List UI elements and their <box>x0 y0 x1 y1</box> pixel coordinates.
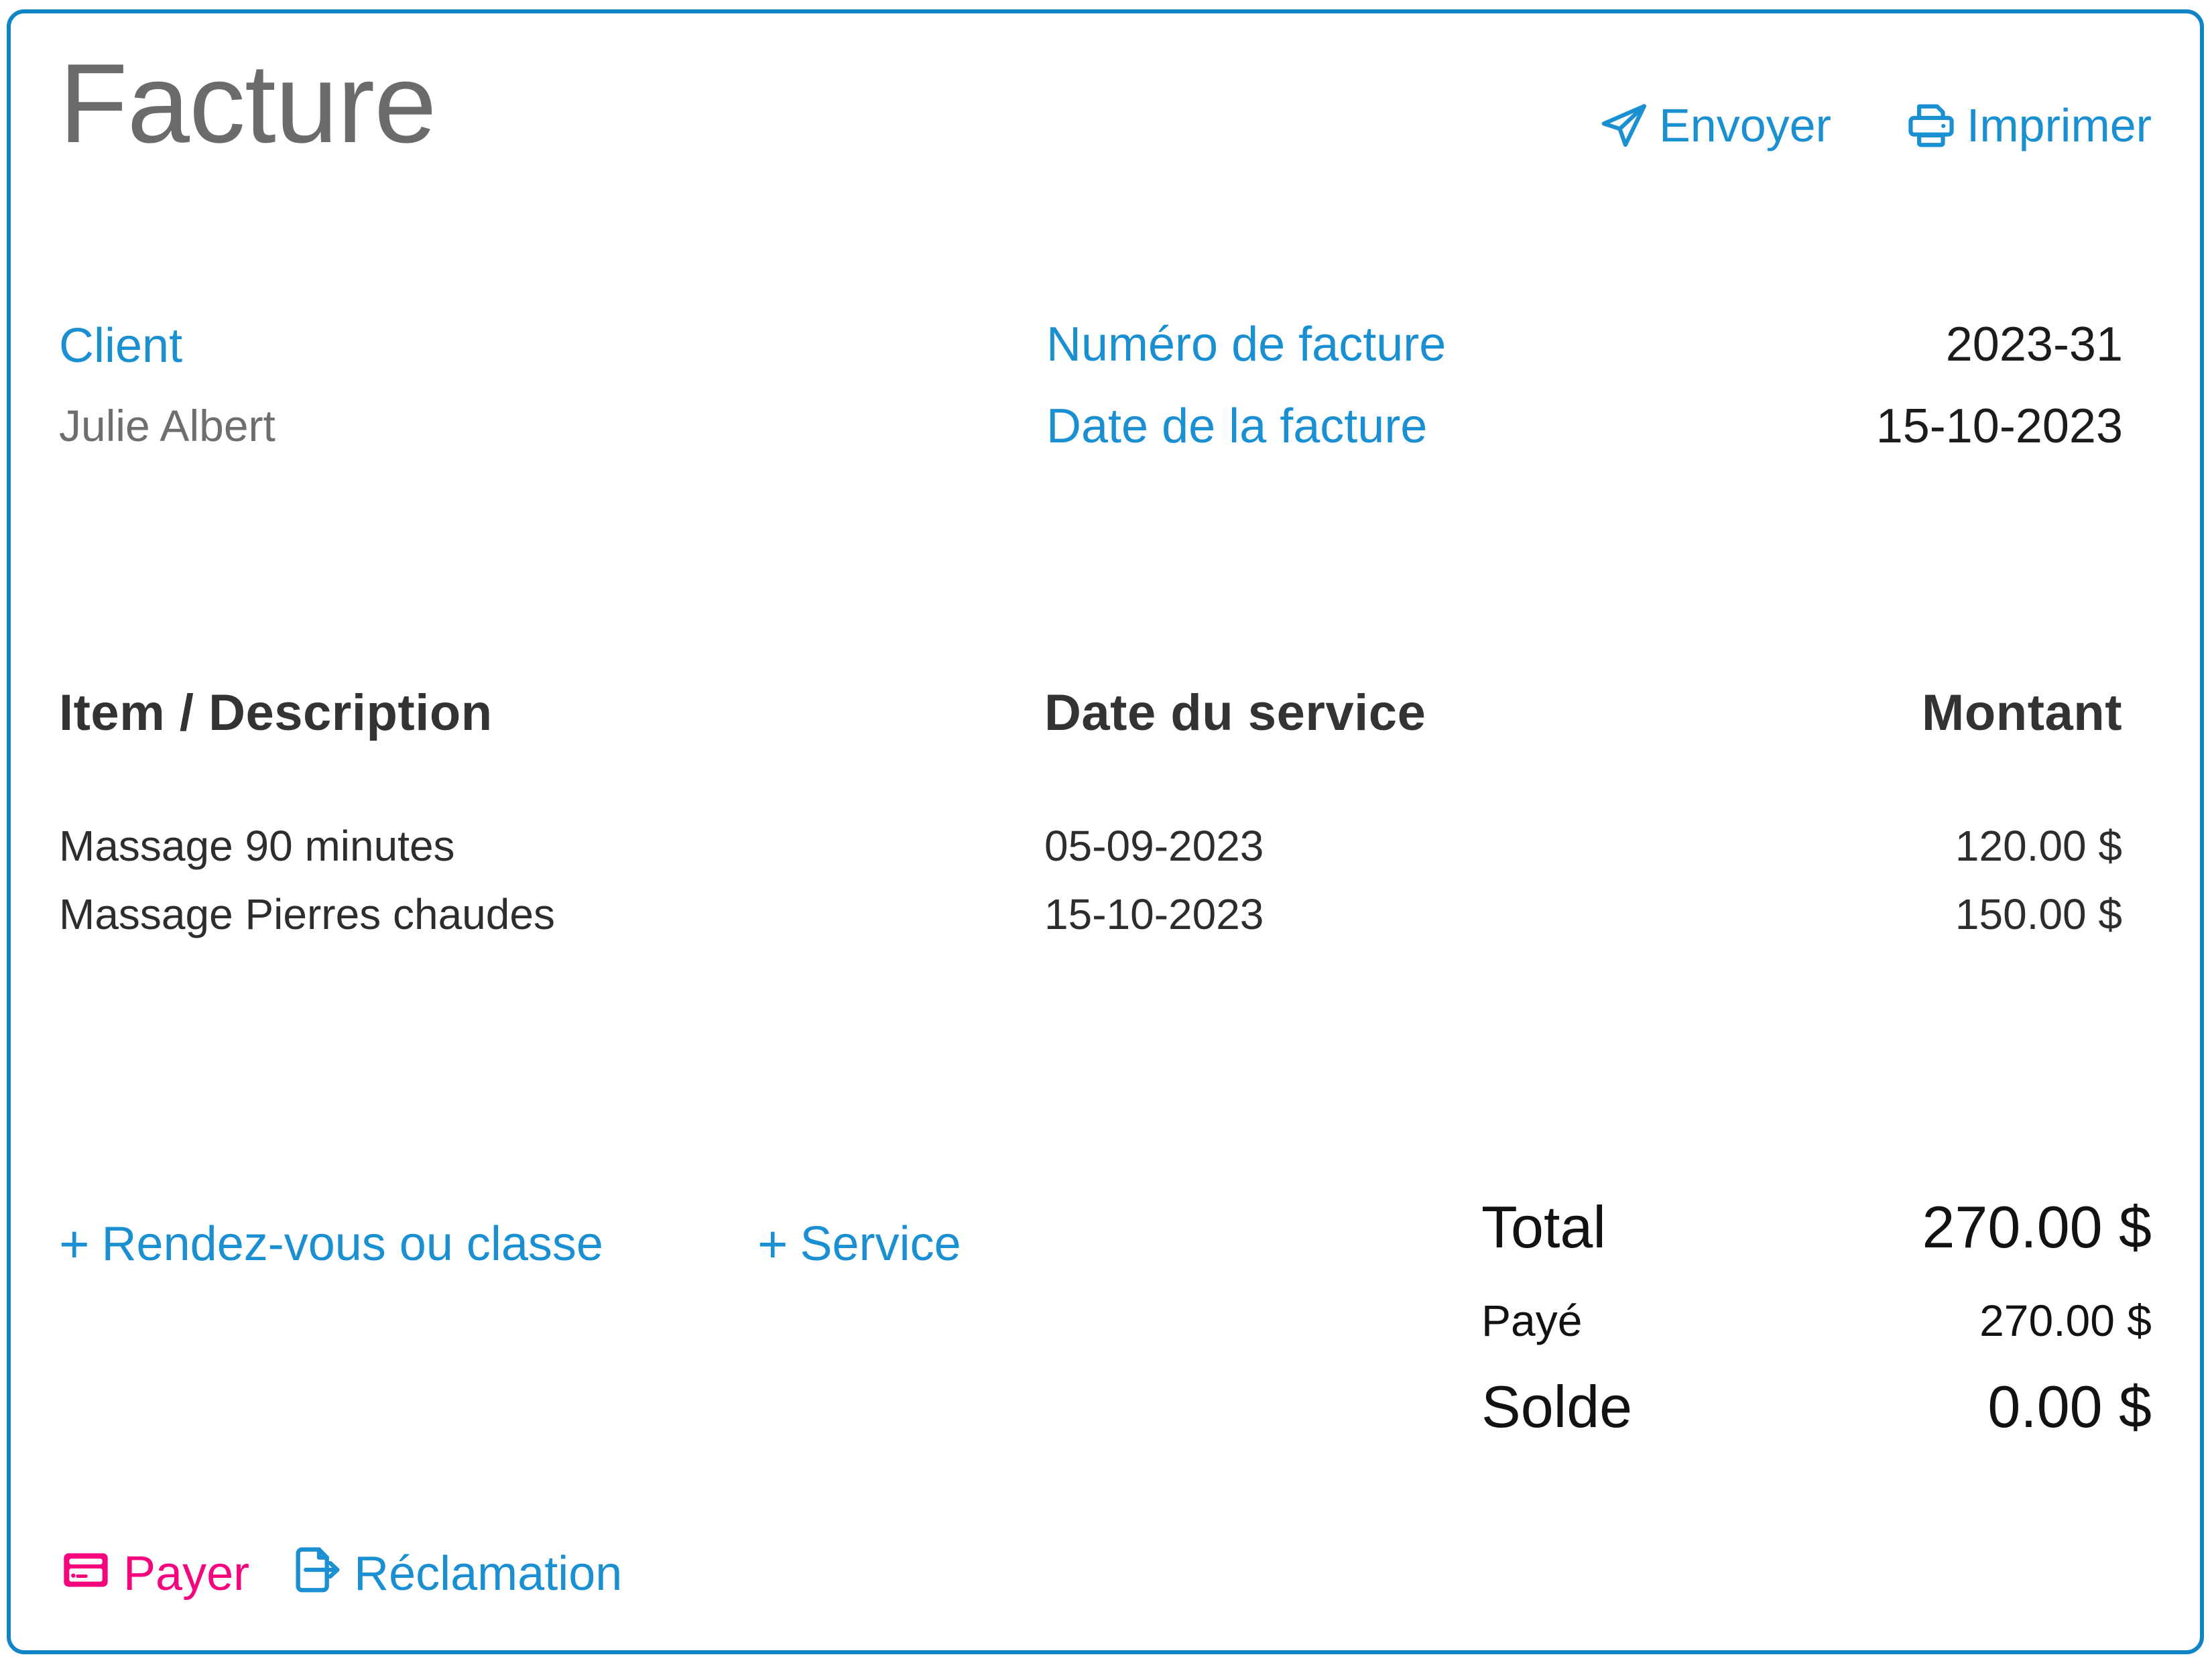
print-invoice-button[interactable]: Imprimer <box>1905 99 2152 151</box>
invoice-number-label[interactable]: Numéro de facture <box>1046 320 1446 369</box>
total-value: 270.00 $ <box>1922 1194 2152 1260</box>
plus-icon: + <box>59 1214 90 1274</box>
client-name: Julie Albert <box>59 401 275 450</box>
page-title: Facture <box>59 40 437 166</box>
item-amount: 120.00 $ <box>1955 822 2122 870</box>
client-block: Client Julie Albert <box>59 322 863 448</box>
send-invoice-button[interactable]: Envoyer <box>1597 99 1831 151</box>
column-header-service-date: Date du service <box>1044 684 1426 741</box>
total-label: Total <box>1481 1194 1606 1260</box>
claim-button[interactable]: Réclamation <box>290 1543 622 1605</box>
add-service-button[interactable]: + Service <box>757 1214 961 1274</box>
client-label[interactable]: Client <box>59 322 863 370</box>
items-table: Item / Description Date du service Monta… <box>59 684 2122 939</box>
header-actions: Envoyer Imprimer <box>1597 99 2152 151</box>
plus-icon: + <box>757 1214 788 1274</box>
invoice-date-label[interactable]: Date de la facture <box>1046 402 1427 450</box>
table-row[interactable]: Massage 90 minutes 05-09-2023 120.00 $ <box>59 821 2122 871</box>
paid-value: 270.00 $ <box>1979 1296 2152 1345</box>
item-description: Massage 90 minutes <box>59 822 455 870</box>
pay-button-label: Payer <box>123 1547 250 1601</box>
paid-row: Payé 270.00 $ <box>1481 1295 2152 1346</box>
item-description: Massage Pierres chaudes <box>59 890 555 938</box>
credit-card-icon <box>59 1543 113 1605</box>
item-service-date: 05-09-2023 <box>1044 822 1264 870</box>
invoice-meta-fields: Numéro de facture 2023-31 Date de la fac… <box>1046 320 2123 450</box>
table-header-row: Item / Description Date du service Monta… <box>59 684 2122 742</box>
invoice-number-value: 2023-31 <box>1945 318 2123 371</box>
totals-summary: Total 270.00 $ Payé 270.00 $ Solde 0.00 … <box>1481 1193 2152 1441</box>
add-appointment-or-class-button[interactable]: + Rendez-vous ou classe <box>59 1214 603 1274</box>
pay-button[interactable]: Payer <box>59 1543 249 1605</box>
print-invoice-label: Imprimer <box>1966 99 2152 151</box>
footer-actions: Payer Réclamation <box>59 1543 622 1605</box>
invoice-number-row: Numéro de facture 2023-31 <box>1046 320 2123 369</box>
total-row: Total 270.00 $ <box>1481 1193 2152 1261</box>
column-header-description: Item / Description <box>59 684 493 741</box>
table-row[interactable]: Massage Pierres chaudes 15-10-2023 150.0… <box>59 889 2122 939</box>
balance-value: 0.00 $ <box>1987 1373 2152 1440</box>
document-export-icon <box>290 1543 343 1605</box>
invoice-card: Facture Envoyer Imprimer Client Julie Al… <box>7 9 2204 1654</box>
invoice-header: Facture Envoyer Imprimer <box>11 13 2200 214</box>
item-amount: 150.00 $ <box>1955 890 2122 938</box>
item-service-date: 15-10-2023 <box>1044 890 1264 938</box>
balance-label: Solde <box>1481 1373 1633 1440</box>
add-appointment-or-class-label: Rendez-vous ou classe <box>101 1217 603 1271</box>
paid-label: Payé <box>1481 1296 1583 1345</box>
invoice-date-row: Date de la facture 15-10-2023 <box>1046 402 2123 450</box>
printer-icon <box>1905 99 1957 151</box>
add-service-label: Service <box>800 1217 961 1271</box>
add-line-item-actions: + Rendez-vous ou classe + Service <box>59 1214 961 1274</box>
balance-row: Solde 0.00 $ <box>1481 1373 2152 1441</box>
send-icon <box>1597 99 1650 151</box>
send-invoice-label: Envoyer <box>1659 99 1831 151</box>
claim-button-label: Réclamation <box>354 1547 623 1601</box>
invoice-date-value: 15-10-2023 <box>1876 399 2123 453</box>
column-header-amount: Montant <box>1922 684 2122 741</box>
